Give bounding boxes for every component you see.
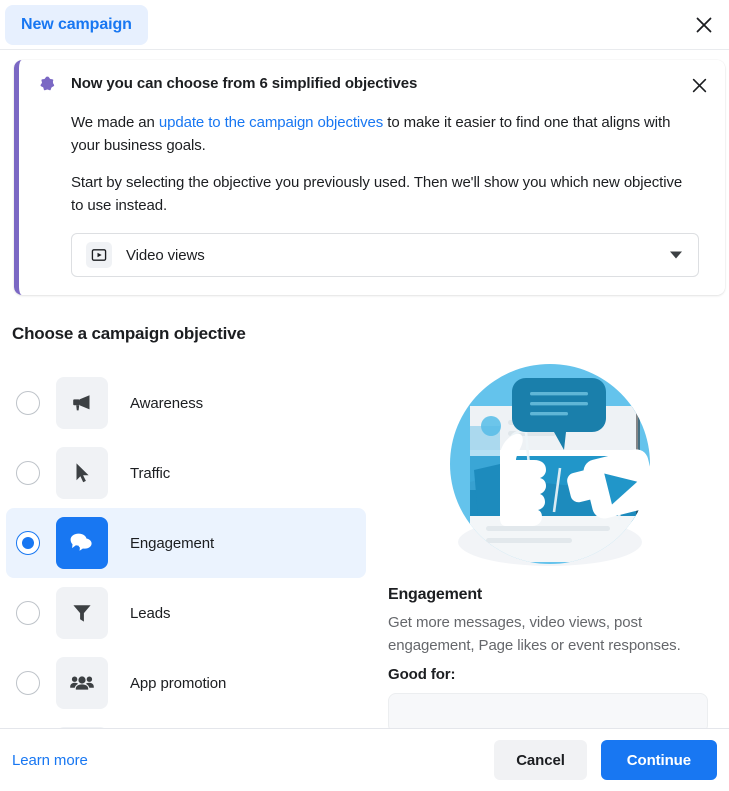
previous-objective-dropdown[interactable]: Video views — [71, 233, 699, 277]
banner-paragraph-2: Start by selecting the objective you pre… — [71, 174, 683, 214]
banner-inner: Now you can choose from 6 simplified obj… — [14, 60, 725, 295]
funnel-icon — [56, 587, 108, 639]
objective-label: Engagement — [130, 534, 215, 552]
tab-new-campaign[interactable]: New campaign — [5, 5, 148, 45]
objective-label: Awareness — [130, 394, 204, 412]
dialog-footer: Learn more Cancel Continue — [0, 728, 729, 791]
good-for-box — [388, 693, 708, 728]
continue-button[interactable]: Continue — [600, 740, 717, 780]
objective-label: Traffic — [130, 464, 171, 482]
banner-close-button[interactable] — [683, 69, 715, 101]
objectives-announcement-banner: Now you can choose from 6 simplified obj… — [14, 60, 725, 295]
dialog-header: New campaign — [0, 0, 729, 50]
footer-buttons: Cancel Continue — [494, 740, 717, 780]
banner-paragraph-1: We made an update to the campaign object… — [37, 111, 707, 157]
objective-row-engagement[interactable]: Engagement — [6, 508, 366, 578]
objective-detail-panel: Engagement Get more messages, video view… — [380, 360, 720, 728]
detail-title: Engagement — [388, 586, 483, 603]
close-icon — [692, 78, 706, 92]
star-icon — [40, 76, 55, 91]
tab-new-campaign-label: New campaign — [21, 16, 132, 33]
dialog-close-button[interactable] — [687, 8, 721, 42]
video-views-icon — [86, 242, 112, 268]
page-title: Choose a campaign objective — [12, 324, 246, 343]
learn-more-link[interactable]: Learn more — [12, 752, 88, 769]
people-group-icon — [56, 657, 108, 709]
chat-bubbles-icon — [56, 517, 108, 569]
detail-description: Get more messages, video views, post eng… — [388, 614, 681, 654]
chevron-down-icon — [670, 251, 682, 259]
banner-header-row: Now you can choose from 6 simplified obj… — [37, 74, 707, 97]
cursor-arrow-icon — [56, 447, 108, 499]
objective-row-traffic[interactable]: Traffic — [6, 438, 366, 508]
objective-list[interactable]: Awareness Traffic Engagement Leads App p… — [0, 368, 372, 728]
close-icon — [696, 17, 712, 33]
radio-leads[interactable] — [16, 601, 40, 625]
good-for-label: Good for: — [388, 666, 456, 683]
objective-row-partial[interactable] — [6, 718, 366, 728]
objective-label: App promotion — [130, 674, 227, 692]
banner-title: Now you can choose from 6 simplified obj… — [71, 75, 418, 92]
objective-label: Leads — [130, 604, 171, 622]
radio-app-promotion[interactable] — [16, 671, 40, 695]
cancel-button[interactable]: Cancel — [494, 740, 587, 780]
radio-engagement[interactable] — [16, 531, 40, 555]
objective-row-leads[interactable]: Leads — [6, 578, 366, 648]
engagement-illustration — [380, 360, 720, 582]
objective-row-app-promotion[interactable]: App promotion — [6, 648, 366, 718]
banner-p1-before: We made an — [71, 114, 159, 131]
radio-awareness[interactable] — [16, 391, 40, 415]
radio-traffic[interactable] — [16, 461, 40, 485]
campaign-objectives-link[interactable]: update to the campaign objectives — [159, 114, 383, 131]
megaphone-icon — [56, 377, 108, 429]
previous-objective-value: Video views — [126, 246, 205, 264]
new-campaign-dialog: New campaign Now you can choose from 6 s… — [0, 0, 729, 791]
objective-row-awareness[interactable]: Awareness — [6, 368, 366, 438]
